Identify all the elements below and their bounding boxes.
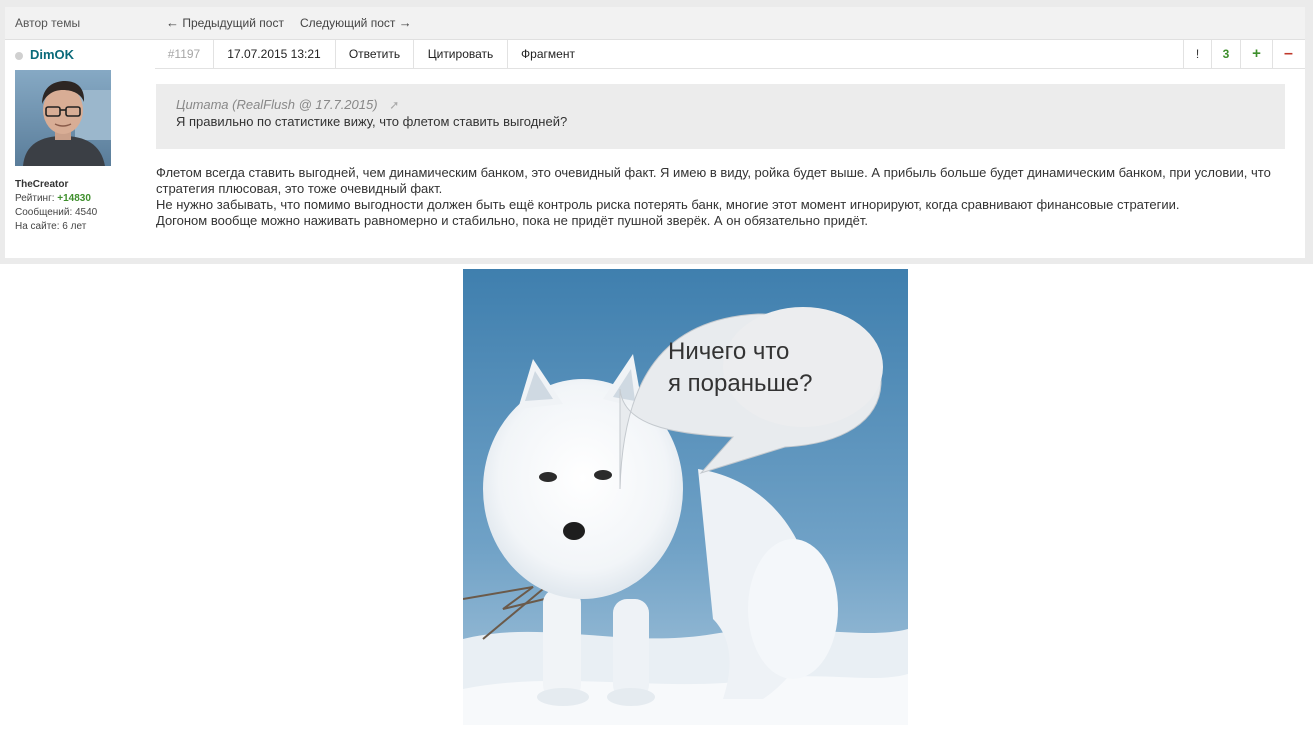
post-paragraph: Догоном вообще можно наживать равномерно… — [156, 213, 869, 228]
quote-block: Цитата (RealFlush @ 17.7.2015) ➚ Я прави… — [156, 84, 1285, 149]
post-image: Ничего что я пораньше? — [463, 269, 908, 725]
vote-count: 3 — [1211, 40, 1240, 68]
previous-post-label: Предыдущий пост — [182, 16, 284, 30]
rating-value: +14830 — [57, 193, 91, 204]
next-post-label: Следующий пост — [300, 16, 396, 30]
avatar[interactable] — [15, 70, 111, 166]
next-post-link[interactable]: Следующий пост → — [300, 15, 412, 30]
speech-bubble-text: Ничего что я пораньше? — [668, 336, 868, 400]
quote-author: Цитата (RealFlush @ 17.7.2015) — [176, 97, 378, 112]
post-body: Флетом всегда ставить выгодней, чем дина… — [156, 165, 1291, 229]
quote-source-arrow-icon[interactable]: ➚ — [389, 98, 399, 112]
post-paragraph: Флетом всегда ставить выгодней, чем дина… — [156, 165, 1271, 196]
quote-header: Цитата (RealFlush @ 17.7.2015) ➚ — [176, 97, 399, 112]
post-datetime: 17.07.2015 13:21 — [213, 40, 336, 68]
vote-plus-button[interactable]: + — [1240, 40, 1272, 68]
user-time-on-site: На сайте: 6 лет — [15, 221, 87, 232]
user-messages: Сообщений: 4540 — [15, 207, 98, 218]
online-status-icon — [15, 52, 23, 60]
speech-bubble-line: Ничего что — [668, 338, 790, 365]
user-rating: Рейтинг: +14830 — [15, 193, 91, 204]
quote-text: Я правильно по статистике вижу, что флет… — [176, 114, 568, 129]
speech-bubble-line: я пораньше? — [668, 370, 813, 397]
user-title: TheCreator — [15, 179, 69, 190]
post: DimOK TheCreator Рейтинг: +14830 Сообщен… — [5, 40, 1305, 258]
post-topbar: Автор темы ← Предыдущий пост Следующий п… — [5, 7, 1305, 40]
post-number-link[interactable]: #1197 — [155, 40, 214, 68]
username-link[interactable]: DimOK — [30, 47, 74, 62]
quote-button[interactable]: Цитировать — [414, 40, 508, 68]
forum-post-block: Автор темы ← Предыдущий пост Следующий п… — [0, 0, 1313, 264]
arrow-left-icon: ← — [166, 15, 179, 30]
report-button[interactable]: ! — [1183, 40, 1211, 68]
previous-post-link[interactable]: ← Предыдущий пост — [166, 15, 284, 30]
reply-button[interactable]: Ответить — [336, 40, 414, 68]
vote-minus-button[interactable]: – — [1272, 40, 1304, 68]
topic-author-label: Автор темы — [15, 16, 81, 30]
post-paragraph: Не нужно забывать, что помимо выгодности… — [156, 197, 1180, 212]
rating-label: Рейтинг: — [15, 193, 55, 204]
post-header: #1197 17.07.2015 13:21 Ответить Цитирова… — [155, 40, 1305, 69]
arrow-right-icon: → — [398, 15, 412, 30]
user-info: DimOK TheCreator Рейтинг: +14830 Сообщен… — [5, 40, 155, 258]
fragment-button[interactable]: Фрагмент — [508, 40, 588, 68]
avatar-image — [15, 70, 111, 166]
